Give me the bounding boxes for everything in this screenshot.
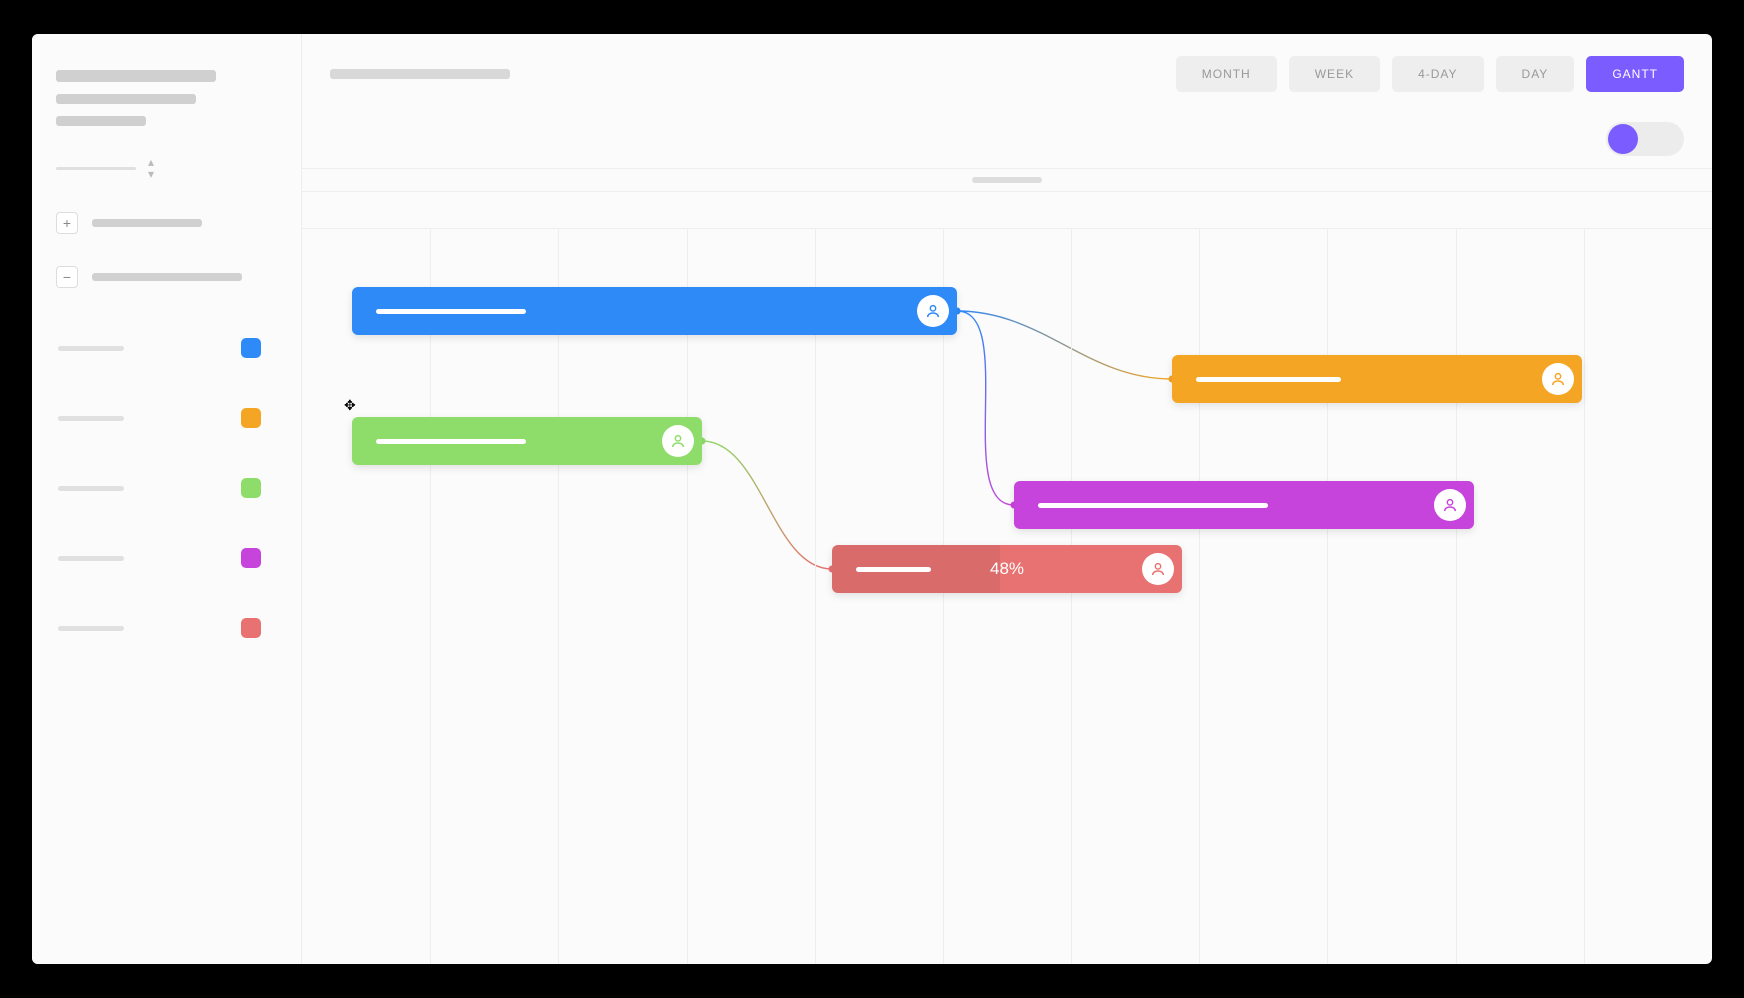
- gantt-chart[interactable]: ✥ 48%: [302, 228, 1712, 964]
- view-toggle[interactable]: [1606, 122, 1684, 156]
- task-4[interactable]: [1014, 481, 1474, 529]
- view-switcher: MONTH WEEK 4-DAY DAY GANTT: [1176, 56, 1684, 92]
- legend-item-2[interactable]: [56, 478, 277, 498]
- grid-line: [815, 229, 816, 964]
- task-label: [856, 567, 931, 572]
- grid-line: [1584, 229, 1585, 964]
- legend-label: [58, 486, 124, 491]
- legend-label: [58, 346, 124, 351]
- grid-line: [1199, 229, 1200, 964]
- view-btn-month[interactable]: MONTH: [1176, 56, 1277, 92]
- timeline-label: [972, 177, 1042, 183]
- task-label: [1038, 503, 1268, 508]
- assignee-avatar[interactable]: [1434, 489, 1466, 521]
- task-5[interactable]: 48%: [832, 545, 1182, 593]
- legend-swatch: [241, 478, 261, 498]
- app-frame: ▴▾ + − MONTH WEEK 4-DAY DAY GANTT: [32, 34, 1712, 964]
- grid-line: [430, 229, 431, 964]
- header: MONTH WEEK 4-DAY DAY GANTT: [302, 34, 1712, 114]
- sort-arrows-icon: ▴▾: [148, 156, 154, 180]
- grid-line: [1456, 229, 1457, 964]
- task-3[interactable]: ✥: [352, 417, 702, 465]
- task-2[interactable]: [1172, 355, 1582, 403]
- legend-swatch: [241, 338, 261, 358]
- tree-item-collapse[interactable]: −: [56, 266, 277, 288]
- legend-item-3[interactable]: [56, 548, 277, 568]
- legend-item-1[interactable]: [56, 408, 277, 428]
- app-subtitle-placeholder-2: [56, 116, 146, 126]
- tree-label: [92, 219, 202, 227]
- legend-label: [58, 556, 124, 561]
- view-btn-gantt[interactable]: GANTT: [1586, 56, 1684, 92]
- assignee-avatar[interactable]: [1542, 363, 1574, 395]
- plus-icon[interactable]: +: [56, 212, 78, 234]
- selector-label: [56, 167, 136, 170]
- main-area: MONTH WEEK 4-DAY DAY GANTT: [302, 34, 1712, 964]
- view-btn-4-day[interactable]: 4-DAY: [1392, 56, 1483, 92]
- toggle-knob: [1608, 124, 1638, 154]
- grid-line: [943, 229, 944, 964]
- app-subtitle-placeholder: [56, 94, 196, 104]
- legend-swatch: [241, 618, 261, 638]
- move-icon[interactable]: ✥: [344, 397, 356, 414]
- toggle-row: [302, 114, 1712, 168]
- assignee-avatar[interactable]: [917, 295, 949, 327]
- minus-icon[interactable]: −: [56, 266, 78, 288]
- grid-line: [687, 229, 688, 964]
- page-title-placeholder: [330, 69, 510, 79]
- view-btn-week[interactable]: WEEK: [1289, 56, 1380, 92]
- task-label: [376, 309, 526, 314]
- legend-swatch: [241, 408, 261, 428]
- assignee-avatar[interactable]: [1142, 553, 1174, 585]
- legend-item-0[interactable]: [56, 338, 277, 358]
- task-label: [376, 439, 526, 444]
- legend-item-4[interactable]: [56, 618, 277, 638]
- legend-label: [58, 416, 124, 421]
- grid-line: [1071, 229, 1072, 964]
- task-label: [1196, 377, 1341, 382]
- project-selector[interactable]: ▴▾: [56, 156, 277, 180]
- assignee-avatar[interactable]: [662, 425, 694, 457]
- tree-label: [92, 273, 242, 281]
- sidebar: ▴▾ + −: [32, 34, 302, 964]
- timeline-header: [302, 168, 1712, 192]
- legend-swatch: [241, 548, 261, 568]
- tree-item-add[interactable]: +: [56, 212, 277, 234]
- view-btn-day[interactable]: DAY: [1496, 56, 1575, 92]
- task-1[interactable]: [352, 287, 957, 335]
- app-title-placeholder: [56, 70, 216, 82]
- grid-line: [558, 229, 559, 964]
- grid-line: [1327, 229, 1328, 964]
- progress-text: 48%: [990, 559, 1024, 579]
- legend-label: [58, 626, 124, 631]
